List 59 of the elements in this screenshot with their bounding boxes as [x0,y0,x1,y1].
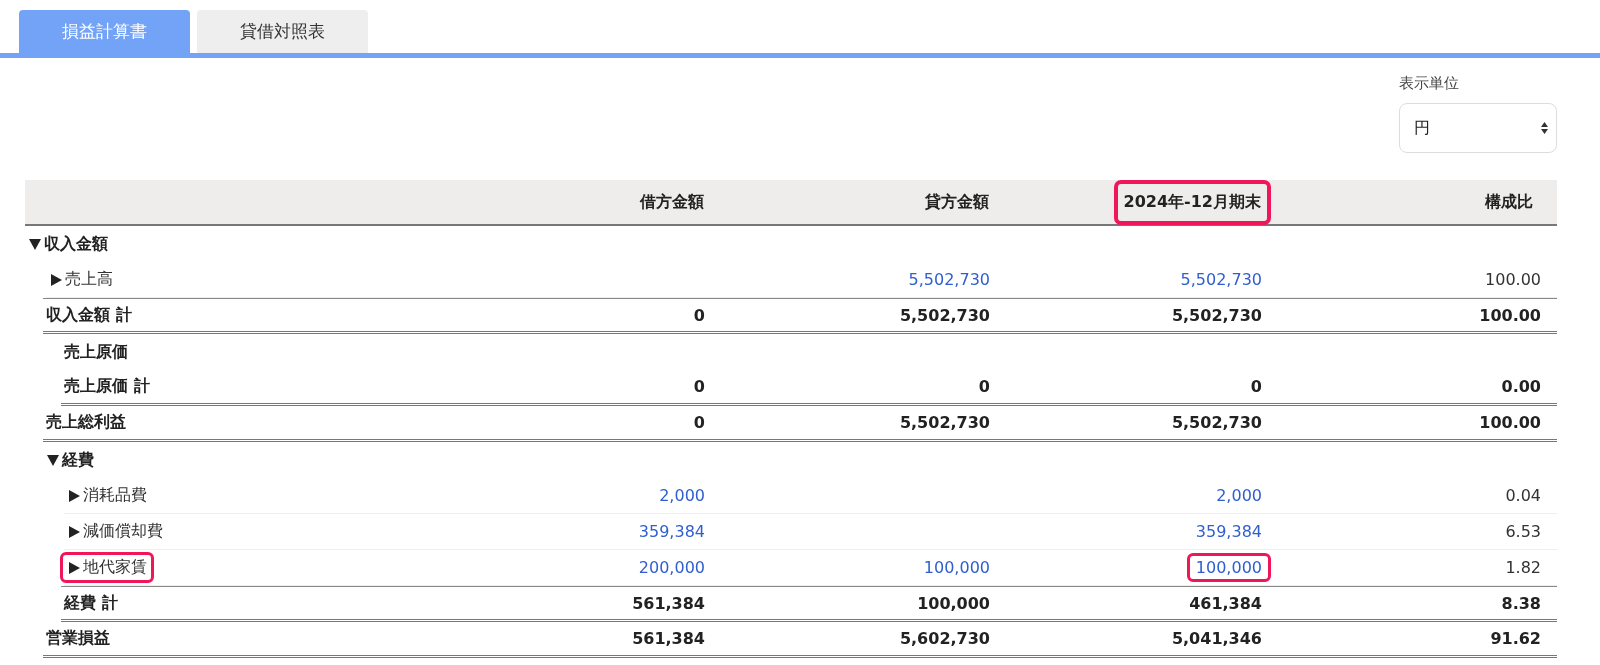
collapsed-triangle-icon[interactable] [67,560,81,575]
amount-link[interactable]: 2,000 [650,481,714,510]
amount-cell-text: 561,384 [631,628,706,650]
amount-cell-text: 91.62 [1489,628,1542,650]
expanded-triangle-icon[interactable] [46,453,60,467]
row-label: 経費 計 [62,591,119,614]
expanded-triangle-icon[interactable] [28,237,42,251]
amount-link[interactable]: 2,000 [1207,481,1271,510]
row-label[interactable]: 経費 [39,444,101,476]
amount-link[interactable]: 359,384 [629,517,714,546]
amount-link[interactable]: 359,384 [1186,517,1271,546]
amount-link[interactable]: 100,000 [914,553,999,582]
amount-cell-text: 0 [692,304,706,327]
amount-cell-text: 100,000 [916,592,991,615]
tab[interactable]: 貸借対照表 [197,10,368,53]
account-link[interactable]: 消耗品費 [60,480,154,511]
amount-cell-text: 5,602,730 [898,628,991,650]
amount-cell-text: 561,384 [631,592,706,615]
collapsed-triangle-icon[interactable] [49,272,63,287]
row-label: 収入金額 計 [45,303,133,326]
amount-cell-text: 0.04 [1504,485,1542,507]
amount-cell-text: 5,041,346 [1170,628,1263,650]
updown-caret-icon [1541,122,1548,134]
amount-cell-text: 6.53 [1504,521,1542,543]
column-header: 構成比 [1484,191,1534,213]
column-header: 貸方金額 [924,191,990,213]
amount-link[interactable]: 200,000 [629,553,714,582]
account-link[interactable]: 地代家賃 [60,552,154,583]
row-label: 売上原価 計 [63,375,151,397]
amount-cell-text: 0 [692,412,706,434]
collapsed-triangle-icon[interactable] [67,488,81,503]
column-header: 2024年-12月期末 [1113,180,1271,225]
amount-cell-text: 100.00 [1478,412,1542,434]
amount-cell-text: 100.00 [1478,304,1542,327]
amount-cell-text: 0 [692,376,706,398]
amount-cell-text: 100.00 [1484,269,1542,291]
column-header: 借方金額 [638,191,705,213]
account-link[interactable]: 売上高 [42,264,120,295]
unit-select[interactable]: 円 [1399,103,1557,153]
amount-cell-text: 5,502,730 [898,412,991,434]
row-label: 売上総利益 [45,411,127,433]
amount-link[interactable]: 5,502,730 [899,265,999,294]
row-label[interactable]: 収入金額 [21,228,115,260]
amount-cell-text: 5,502,730 [1170,412,1263,434]
amount-cell-text: 5,502,730 [1170,304,1263,327]
unit-label: 表示単位 [1399,74,1459,93]
amount-cell-text: 0 [1249,376,1263,398]
amount-link[interactable]: 100,000 [1186,553,1271,582]
row-label: 営業損益 [45,627,111,649]
amount-link[interactable]: 5,502,730 [1171,265,1271,294]
collapsed-triangle-icon[interactable] [67,524,81,539]
amount-cell-text: 1.82 [1504,557,1542,579]
amount-cell-text: 461,384 [1188,592,1263,615]
amount-cell-text: 5,502,730 [898,304,991,327]
account-link[interactable]: 減価償却費 [60,516,170,547]
row-label: 売上原価 [63,340,129,363]
amount-cell-text: 0.00 [1500,376,1542,398]
amount-cell-text: 8.38 [1500,592,1542,615]
amount-cell-text: 0 [977,376,991,398]
